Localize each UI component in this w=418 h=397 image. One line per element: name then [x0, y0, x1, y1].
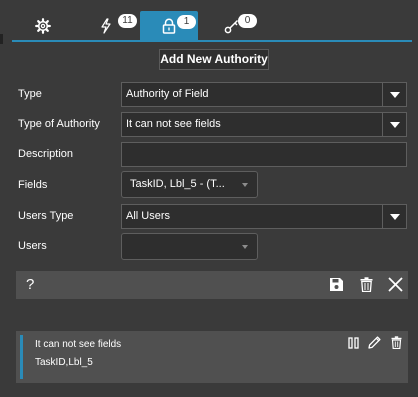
tab-triggers[interactable]: 11	[77, 10, 137, 41]
panel-edge-marker	[0, 34, 3, 44]
save-icon[interactable]	[329, 277, 344, 297]
tab-keys[interactable]: 0	[203, 10, 261, 41]
chevron-down-icon	[242, 245, 248, 249]
authority-type-text: It can not see fields	[35, 339, 122, 350]
help-icon[interactable]: ?	[26, 276, 34, 293]
card-accent-bar	[20, 335, 23, 379]
triggers-count-badge: 11	[118, 14, 137, 28]
type-label: Type	[18, 88, 42, 100]
users-type-label: Users Type	[18, 210, 74, 222]
type-of-authority-label: Type of Authority	[18, 118, 100, 130]
pause-icon[interactable]	[348, 336, 359, 354]
authority-list-item: It can not see fields TaskID,Lbl_5	[16, 331, 408, 383]
authority-fields-text: TaskID,Lbl_5	[35, 357, 93, 368]
users-type-select[interactable]: All Users	[121, 204, 407, 229]
type-of-authority-value: It can not see fields	[126, 118, 221, 130]
lock-icon	[162, 18, 176, 34]
type-select-value: Authority of Field	[126, 88, 209, 100]
type-of-authority-toggle[interactable]	[382, 113, 406, 136]
fields-multiselect-value: TaskID, Lbl_5 - (T...	[130, 178, 225, 190]
description-label: Description	[18, 148, 74, 160]
keys-count-badge: 0	[238, 14, 257, 28]
authorities-count-badge: 1	[177, 15, 196, 29]
type-select-toggle[interactable]	[382, 83, 406, 106]
users-multiselect[interactable]	[121, 233, 258, 260]
description-input[interactable]	[121, 142, 407, 167]
gear-icon	[35, 17, 51, 34]
fields-label: Fields	[18, 179, 48, 191]
lightning-icon	[100, 17, 112, 34]
tab-underline	[12, 40, 412, 42]
tab-settings[interactable]	[14, 10, 72, 41]
chevron-down-icon	[389, 91, 400, 98]
users-label: Users	[18, 240, 47, 252]
users-type-toggle[interactable]	[382, 205, 406, 228]
form-actions-bar: ?	[16, 271, 408, 299]
type-of-authority-select[interactable]: It can not see fields	[121, 112, 407, 137]
tab-bar: 11 1 0	[0, 0, 418, 44]
close-icon[interactable]	[388, 277, 403, 297]
delete-icon[interactable]	[391, 336, 402, 354]
chevron-down-icon	[389, 121, 400, 128]
trash-icon[interactable]	[360, 277, 373, 297]
form-title: Add New Authority	[159, 49, 269, 70]
tab-authorities[interactable]: 1	[140, 11, 198, 41]
chevron-down-icon	[242, 183, 248, 187]
type-select[interactable]: Authority of Field	[121, 82, 407, 107]
chevron-down-icon	[389, 213, 400, 220]
edit-icon[interactable]	[368, 336, 381, 354]
users-type-value: All Users	[126, 210, 171, 222]
fields-multiselect[interactable]: TaskID, Lbl_5 - (T...	[121, 171, 258, 198]
